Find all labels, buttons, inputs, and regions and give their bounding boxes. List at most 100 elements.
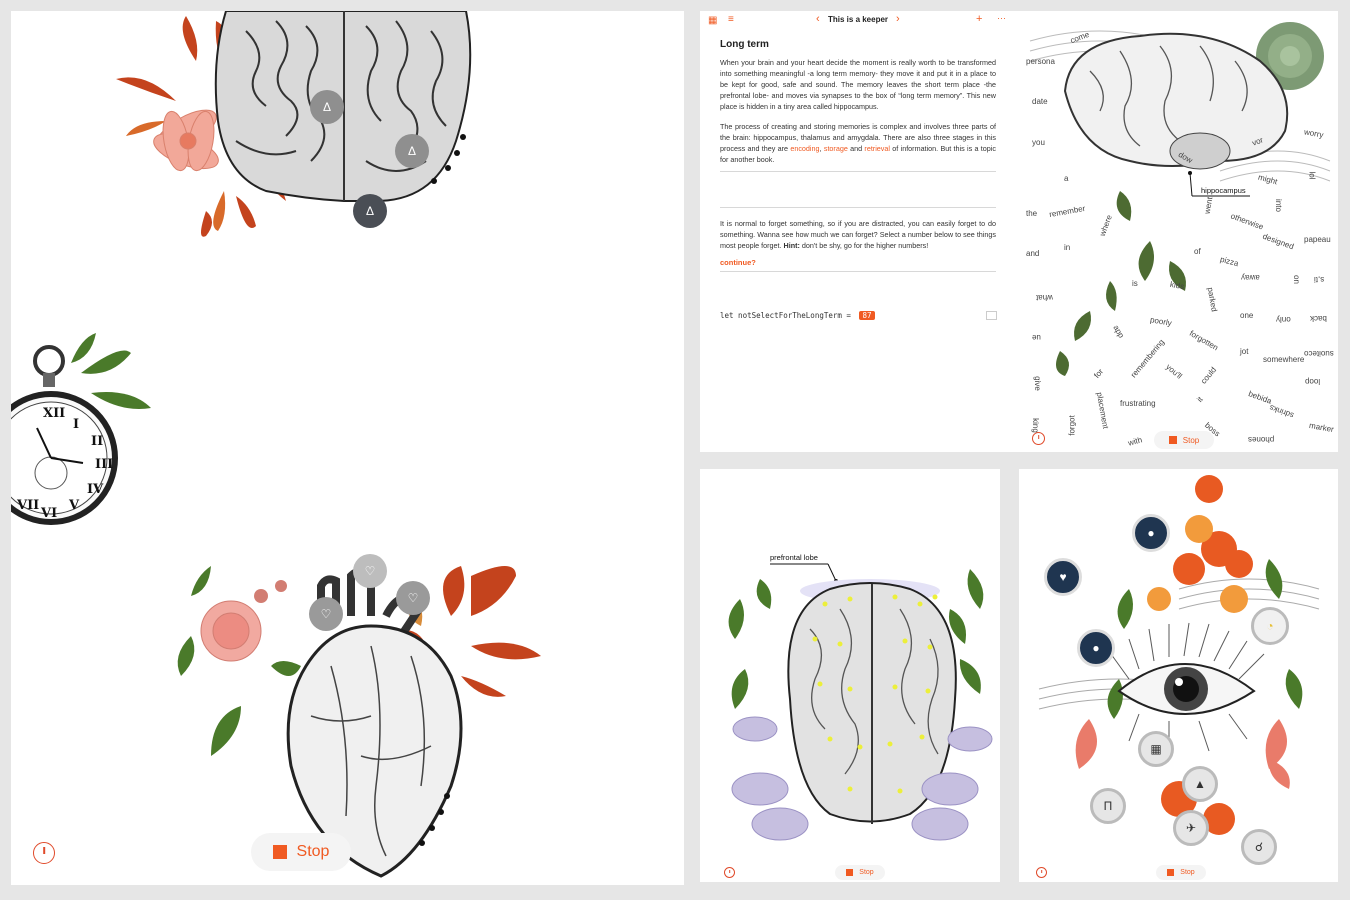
stop-label: Stop bbox=[859, 869, 874, 876]
word: in bbox=[1064, 243, 1071, 252]
conjunction-text: and bbox=[847, 144, 865, 153]
more-icon[interactable]: ··· bbox=[997, 13, 1006, 23]
word: of bbox=[1194, 247, 1201, 256]
svg-text:VII: VII bbox=[16, 498, 39, 513]
word: papeau bbox=[1304, 235, 1331, 244]
hippocampus-label: hippocampus bbox=[1201, 186, 1246, 195]
word: suoiteco bbox=[1304, 349, 1334, 358]
word: loop bbox=[1305, 377, 1321, 386]
word: ue bbox=[1032, 333, 1041, 342]
word: one bbox=[1240, 311, 1254, 320]
svg-text:I: I bbox=[73, 417, 79, 432]
word: give bbox=[1032, 376, 1042, 391]
toolbar: ▦ ≡ ‹ This is a keeper › + ··· bbox=[700, 11, 1010, 31]
heart-hotspot-button[interactable]: ♡ bbox=[396, 581, 430, 615]
memory-icon-button[interactable]: ● bbox=[1077, 629, 1115, 667]
word: you bbox=[1032, 138, 1045, 147]
svg-text:IV: IV bbox=[87, 482, 104, 497]
number-picker[interactable]: 87 bbox=[859, 311, 875, 320]
storage-link[interactable]: storage bbox=[824, 144, 848, 153]
word: a bbox=[1064, 174, 1069, 183]
main-canvas: Δ Δ Δ XII I II III IV V VI VII ♡ ♡ ♡ Sto… bbox=[11, 11, 684, 885]
word: lol bbox=[1307, 171, 1317, 180]
brain-hotspot-button[interactable]: Δ bbox=[395, 134, 429, 168]
stop-button[interactable]: Stop bbox=[835, 865, 885, 880]
chevron-left-icon[interactable]: ‹ bbox=[816, 13, 820, 25]
word: what bbox=[1036, 293, 1053, 302]
word: king bbox=[1030, 418, 1040, 433]
svg-text:V: V bbox=[68, 498, 80, 513]
continue-link[interactable]: continue? bbox=[720, 258, 756, 267]
memory-icon-button[interactable]: ▲ bbox=[1182, 766, 1218, 802]
stop-label: Stop bbox=[1182, 435, 1200, 445]
memory-icon-button[interactable]: ▦ bbox=[1138, 731, 1174, 767]
word: back bbox=[1310, 314, 1327, 323]
section-heading: Long term bbox=[720, 39, 769, 50]
chevron-right-icon[interactable]: › bbox=[896, 13, 900, 25]
divider bbox=[720, 207, 996, 208]
grid-icon[interactable]: ▦ bbox=[708, 15, 717, 26]
memory-icon-button[interactable]: ♥ bbox=[1044, 558, 1082, 596]
heart-hotspot-button[interactable]: ♡ bbox=[353, 554, 387, 588]
memory-icon-button[interactable]: ✈ bbox=[1173, 810, 1209, 846]
eye-page: ● ♥ ● ◔ ▦ ▲ Π ✈ ☌ Stop bbox=[1019, 469, 1338, 882]
code-text: let notSelectForTheLongTerm = bbox=[720, 311, 856, 320]
heart-hotspot-button[interactable]: ♡ bbox=[309, 597, 343, 631]
word: on bbox=[1291, 275, 1301, 284]
word: into bbox=[1273, 199, 1283, 212]
word: phones bbox=[1248, 435, 1275, 444]
add-icon[interactable]: + bbox=[976, 13, 982, 25]
word: only bbox=[1276, 315, 1291, 324]
code-line: let notSelectForTheLongTerm = 87 bbox=[720, 311, 875, 320]
timer-icon[interactable] bbox=[724, 867, 735, 878]
stop-square-icon bbox=[272, 845, 287, 859]
memory-icon-button[interactable]: Π bbox=[1090, 788, 1126, 824]
word-brain-illustration bbox=[1029, 22, 1331, 376]
divider bbox=[720, 171, 996, 172]
divider bbox=[720, 271, 996, 272]
pocket-watch-illustration: XIIIII IIIIVV VIVII bbox=[11, 333, 151, 525]
stop-button[interactable]: Stop bbox=[1154, 431, 1214, 449]
timer-icon[interactable] bbox=[1032, 432, 1045, 445]
stop-square-icon bbox=[1167, 869, 1175, 876]
page-title: This is a keeper bbox=[828, 15, 889, 24]
word: date bbox=[1032, 97, 1048, 106]
word: and bbox=[1026, 249, 1040, 258]
memory-icon-button[interactable]: ● bbox=[1132, 514, 1170, 552]
timer-icon[interactable] bbox=[1036, 867, 1047, 878]
retrieval-link[interactable]: retrieval bbox=[864, 144, 890, 153]
prefrontal-brain-illustration bbox=[728, 563, 993, 841]
list-icon[interactable]: ≡ bbox=[728, 14, 734, 25]
stop-label: Stop bbox=[296, 843, 330, 860]
svg-text:II: II bbox=[91, 434, 103, 449]
paragraph-3-end: don't be shy, go for the higher numbers! bbox=[799, 241, 929, 250]
stop-label: Stop bbox=[1180, 869, 1195, 876]
stop-button[interactable]: Stop bbox=[251, 833, 351, 871]
memory-icon-button[interactable]: ◔ bbox=[1251, 607, 1289, 645]
hint-label: Hint: bbox=[783, 241, 800, 250]
svg-text:VI: VI bbox=[40, 506, 57, 521]
word: is bbox=[1132, 279, 1138, 288]
brain-hotspot-button[interactable]: Δ bbox=[353, 194, 387, 228]
brain-illustration bbox=[116, 11, 472, 237]
prefrontal-lobe-page: prefrontal lobe Stop bbox=[700, 469, 1000, 882]
heart-illustration bbox=[177, 566, 541, 878]
word: forgot bbox=[1067, 415, 1077, 436]
paragraph-1: When your brain and your heart decide th… bbox=[720, 58, 996, 111]
stop-button[interactable]: Stop bbox=[1156, 865, 1206, 880]
memory-icon-button[interactable]: ☌ bbox=[1241, 829, 1277, 865]
timer-icon[interactable] bbox=[33, 842, 55, 864]
word: frustrating bbox=[1120, 399, 1156, 408]
long-term-page: ▦ ≡ ‹ This is a keeper › + ··· Long term… bbox=[700, 11, 1338, 452]
word: the bbox=[1026, 209, 1038, 218]
stop-square-icon bbox=[846, 869, 854, 876]
encoding-link[interactable]: encoding bbox=[790, 144, 819, 153]
keyboard-icon[interactable] bbox=[986, 311, 997, 320]
word: away bbox=[1241, 273, 1260, 282]
word: persona bbox=[1026, 57, 1055, 66]
word: somewhere bbox=[1263, 355, 1305, 364]
brain-hotspot-button[interactable]: Δ bbox=[310, 90, 344, 124]
svg-text:III: III bbox=[95, 457, 113, 472]
svg-text:XII: XII bbox=[43, 406, 65, 421]
paragraph-3: It is normal to forget something, so if … bbox=[720, 218, 996, 251]
